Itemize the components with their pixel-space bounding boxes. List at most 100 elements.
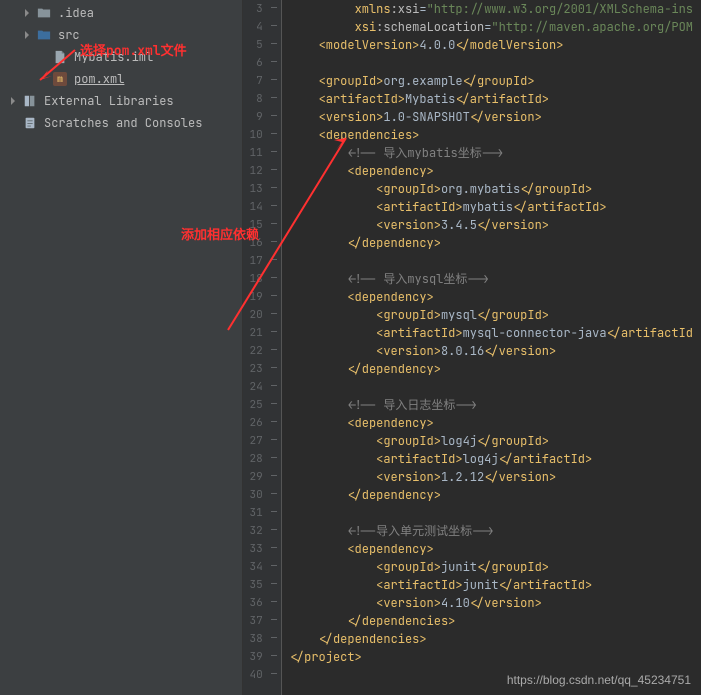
folder-icon [36,5,52,21]
line-number: 36 [243,594,281,612]
code-line[interactable]: <artifactId>junit</artifactId> [290,576,693,594]
line-number: 26 [243,414,281,432]
code-line[interactable]: <version>1.0-SNAPSHOT</version> [290,108,693,126]
code-line[interactable]: <!--导入单元测试坐标--> [290,522,693,540]
code-line[interactable]: <dependencies> [290,126,693,144]
line-number: 3 [243,0,281,18]
tree-arrow-icon[interactable] [22,30,32,40]
annotation-select-pom: 选择pom.xml文件 [80,40,187,59]
code-line[interactable]: </dependencies> [290,612,693,630]
tree-arrow-icon [8,118,18,128]
tree-item-pom-xml[interactable]: m pom.xml [0,68,242,90]
line-number: 10 [243,126,281,144]
code-line[interactable]: <version>1.2.12</version> [290,468,693,486]
code-line[interactable]: <artifactId>mybatis</artifactId> [290,198,693,216]
line-number: 9 [243,108,281,126]
code-line[interactable]: <dependency> [290,162,693,180]
line-number: 8 [243,90,281,108]
annotation-add-deps: 添加相应依赖 [181,224,259,243]
line-number: 6 [243,54,281,72]
tree-label: External Libraries [44,93,174,109]
code-editor[interactable]: 3456789101112131415161718192021222324252… [243,0,701,695]
code-line[interactable]: </project> [290,648,693,666]
line-number: 18 [243,270,281,288]
code-line[interactable]: <!-- 导入mysql坐标--> [290,270,693,288]
project-sidebar[interactable]: .ideasrcMybatis.imlmpom.xmlExternal Libr… [0,0,243,695]
code-line[interactable]: <dependency> [290,540,693,558]
code-line[interactable]: <version>4.10</version> [290,594,693,612]
line-number: 25 [243,396,281,414]
line-number: 12 [243,162,281,180]
line-number: 23 [243,360,281,378]
code-line[interactable] [290,378,693,396]
code-line[interactable]: <artifactId>mysql-connector-java</artifa… [290,324,693,342]
tree-arrow-icon [38,74,48,84]
line-number: 13 [243,180,281,198]
line-number: 4 [243,18,281,36]
tree-arrow-icon [38,52,48,62]
code-line[interactable]: </dependencies> [290,630,693,648]
line-number: 19 [243,288,281,306]
code-line[interactable]: <groupId>junit</groupId> [290,558,693,576]
line-number: 27 [243,432,281,450]
code-line[interactable] [290,54,693,72]
line-number: 40 [243,666,281,684]
project-tree: .ideasrcMybatis.imlmpom.xmlExternal Libr… [0,0,242,136]
tree-item-scratches-and-consoles[interactable]: Scratches and Consoles [0,112,242,134]
line-number: 5 [243,36,281,54]
line-number: 7 [243,72,281,90]
line-number: 31 [243,504,281,522]
line-number: 29 [243,468,281,486]
tree-label: Scratches and Consoles [44,115,202,131]
code-line[interactable]: <version>8.0.16</version> [290,342,693,360]
line-number: 21 [243,324,281,342]
code-line[interactable]: <groupId>mysql</groupId> [290,306,693,324]
tree-label: src [58,27,80,43]
code-line[interactable]: <!-- 导入mybatis坐标--> [290,144,693,162]
line-number: 17 [243,252,281,270]
scratch-icon [22,115,38,131]
code-line[interactable]: <groupId>org.mybatis</groupId> [290,180,693,198]
code-line[interactable]: xmlns:xsi="http://www.w3.org/2001/XMLSch… [290,0,693,18]
line-number: 35 [243,576,281,594]
line-number: 32 [243,522,281,540]
code-line[interactable]: <artifactId>Mybatis</artifactId> [290,90,693,108]
code-line[interactable]: <artifactId>log4j</artifactId> [290,450,693,468]
line-number: 34 [243,558,281,576]
line-number: 20 [243,306,281,324]
line-number: 14 [243,198,281,216]
line-number: 28 [243,450,281,468]
code-line[interactable]: <!-- 导入日志坐标--> [290,396,693,414]
maven-icon: m [52,71,68,87]
code-line[interactable]: </dependency> [290,234,693,252]
code-line[interactable] [290,252,693,270]
src-folder-icon [36,27,52,43]
code-line[interactable]: <dependency> [290,288,693,306]
code-line[interactable]: xsi:schemaLocation="http://maven.apache.… [290,18,693,36]
line-number: 22 [243,342,281,360]
code-line[interactable]: <modelVersion>4.0.0</modelVersion> [290,36,693,54]
watermark-text: https://blog.csdn.net/qq_45234751 [507,673,691,687]
tree-item--idea[interactable]: .idea [0,2,242,24]
line-gutter: 3456789101112131415161718192021222324252… [243,0,282,695]
tree-label: pom.xml [74,71,124,87]
code-area[interactable]: xmlns:xsi="http://www.w3.org/2001/XMLSch… [282,0,701,695]
file-icon [52,49,68,65]
line-number: 11 [243,144,281,162]
tree-arrow-icon[interactable] [8,96,18,106]
tree-item-external-libraries[interactable]: External Libraries [0,90,242,112]
code-line[interactable]: <version>3.4.5</version> [290,216,693,234]
line-number: 39 [243,648,281,666]
tree-label: .idea [58,5,94,21]
line-number: 30 [243,486,281,504]
code-line[interactable]: <groupId>org.example</groupId> [290,72,693,90]
code-line[interactable]: </dependency> [290,486,693,504]
lib-icon [22,93,38,109]
tree-arrow-icon[interactable] [22,8,32,18]
code-line[interactable]: <groupId>log4j</groupId> [290,432,693,450]
line-number: 38 [243,630,281,648]
code-line[interactable]: <dependency> [290,414,693,432]
code-line[interactable]: </dependency> [290,360,693,378]
line-number: 37 [243,612,281,630]
code-line[interactable] [290,504,693,522]
